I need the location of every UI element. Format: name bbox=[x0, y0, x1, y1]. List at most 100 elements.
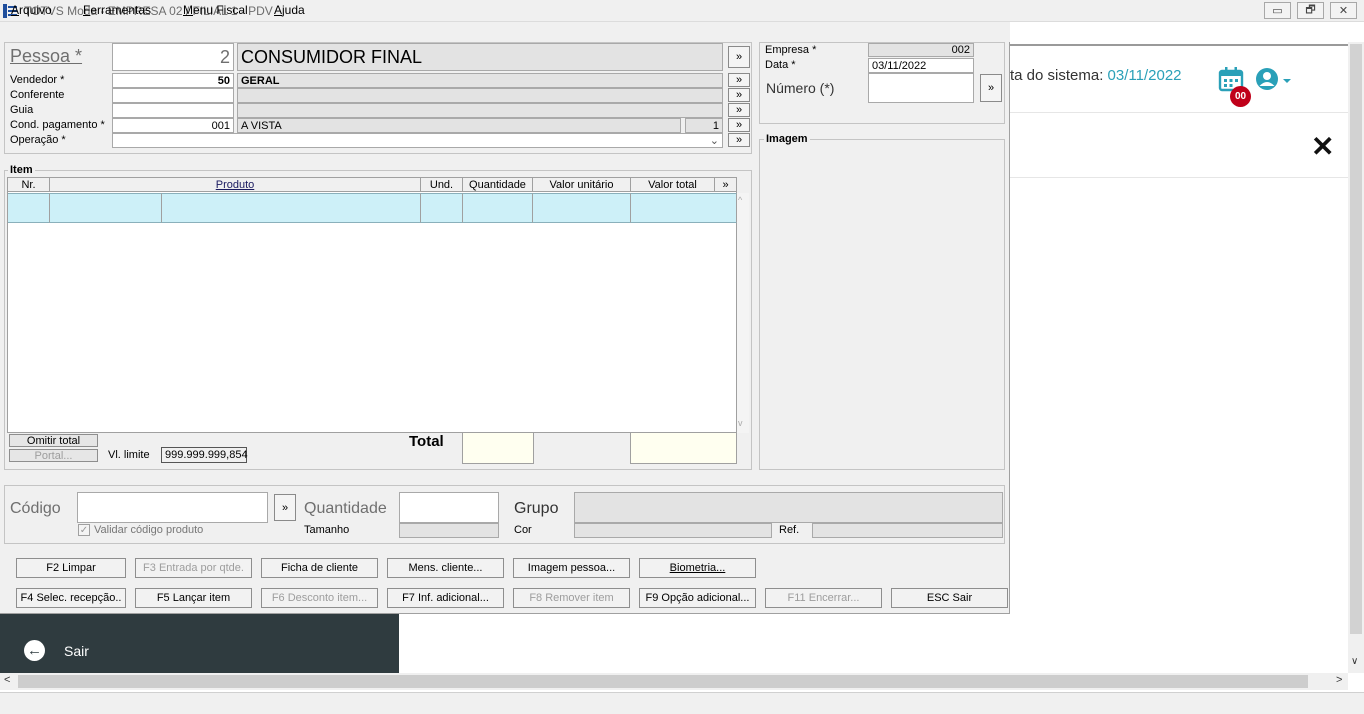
pessoa-code-field[interactable]: 2 bbox=[112, 43, 234, 71]
grupo-label: Grupo bbox=[514, 500, 559, 517]
col-und[interactable]: Und. bbox=[421, 178, 463, 192]
imagem-pessoa-button[interactable]: Imagem pessoa... bbox=[513, 558, 630, 578]
user-menu-icon[interactable] bbox=[1254, 66, 1294, 92]
scroll-down-icon[interactable]: ∨ bbox=[1351, 656, 1358, 667]
minimize-button[interactable]: ▭ bbox=[1264, 2, 1291, 19]
quantidade-input[interactable] bbox=[399, 492, 499, 523]
vendedor-lookup-button[interactable]: » bbox=[728, 73, 750, 87]
grid-scroll-up-icon[interactable]: ^ bbox=[738, 195, 742, 205]
grid-cell-valor-total[interactable] bbox=[631, 193, 737, 223]
vl-limite-value: 999.999.999,854 bbox=[161, 447, 248, 463]
f9-opcao-adicional-button[interactable]: F9 Opção adicional... bbox=[639, 588, 756, 608]
col-nr[interactable]: Nr. bbox=[8, 178, 50, 192]
imagem-title: Imagem bbox=[764, 133, 810, 145]
system-date: ta do sistema: 03/11/2022 bbox=[1010, 67, 1182, 84]
close-window-button[interactable]: ✕ bbox=[1330, 2, 1357, 19]
vendedor-label: Vendedor * bbox=[10, 74, 65, 86]
cond-pagamento-parcelas: 1 bbox=[685, 118, 723, 133]
codigo-input[interactable] bbox=[77, 492, 268, 523]
guia-lookup-button[interactable]: » bbox=[728, 103, 750, 117]
menu-ajuda[interactable]: Ajuda bbox=[274, 3, 305, 17]
f7-inf-adicional-button[interactable]: F7 Inf. adicional... bbox=[387, 588, 504, 608]
omitir-total-button[interactable]: Omitir total bbox=[9, 434, 98, 447]
grid-cell-nr[interactable] bbox=[8, 193, 50, 223]
col-valor-total[interactable]: Valor total bbox=[631, 178, 715, 192]
back-arrow-icon[interactable]: ← bbox=[24, 640, 45, 661]
scroll-right-icon[interactable]: > bbox=[1336, 674, 1342, 686]
total-valor-field bbox=[630, 432, 737, 464]
cor-field bbox=[574, 523, 772, 538]
grid-cell-produto[interactable] bbox=[162, 193, 421, 223]
menu-bar bbox=[0, 22, 1010, 42]
ficha-cliente-button[interactable]: Ficha de cliente bbox=[261, 558, 378, 578]
ref-label: Ref. bbox=[779, 524, 800, 536]
esc-sair-button[interactable]: ESC Sair bbox=[891, 588, 1008, 608]
mens-cliente-button[interactable]: Mens. cliente... bbox=[387, 558, 504, 578]
cond-pagamento-code-field[interactable]: 001 bbox=[112, 118, 234, 133]
grid-columns-more-button[interactable]: » bbox=[715, 178, 737, 192]
grid-cell-valor-unitario[interactable] bbox=[533, 193, 631, 223]
operacao-select[interactable]: ⌄ bbox=[112, 133, 723, 148]
pessoa-label: Pessoa * bbox=[10, 46, 83, 66]
numero-field[interactable] bbox=[868, 73, 974, 103]
data-field[interactable]: 03/11/2022 bbox=[868, 58, 974, 73]
codigo-label: Código bbox=[10, 500, 61, 517]
sidebar-exit-label[interactable]: Sair bbox=[64, 643, 89, 659]
grid-scrollbar[interactable] bbox=[737, 193, 749, 433]
col-produto[interactable]: Produto bbox=[50, 178, 421, 192]
col-quantidade[interactable]: Quantidade bbox=[463, 178, 533, 192]
cond-pagamento-label: Cond. pagamento * bbox=[10, 119, 105, 131]
vendedor-name-field: GERAL bbox=[237, 73, 723, 88]
grid-cell-und[interactable] bbox=[421, 193, 463, 223]
conferente-name-field bbox=[237, 88, 723, 103]
cor-label: Cor bbox=[514, 524, 532, 536]
operacao-lookup-button[interactable]: » bbox=[728, 133, 750, 147]
portal-button: Portal... bbox=[9, 449, 98, 462]
restore-button[interactable]: 🗗 bbox=[1297, 2, 1324, 19]
col-valor-unitario[interactable]: Valor unitário bbox=[533, 178, 631, 192]
operacao-label: Operação * bbox=[10, 134, 66, 146]
guia-name-field bbox=[237, 103, 723, 118]
numero-label: Número (*) bbox=[766, 80, 835, 96]
f6-desconto-item-button: F6 Desconto item... bbox=[261, 588, 378, 608]
ref-field bbox=[812, 523, 1003, 538]
validar-codigo-checkbox[interactable]: ✓ bbox=[78, 524, 90, 536]
conferente-label: Conferente bbox=[10, 89, 65, 101]
pessoa-name-field: CONSUMIDOR FINAL bbox=[237, 43, 723, 71]
status-bar bbox=[0, 692, 1364, 714]
menu-ferramentas[interactable]: Ferramentas bbox=[83, 3, 151, 17]
close-panel-icon[interactable]: ✕ bbox=[1311, 130, 1334, 163]
separator bbox=[1010, 177, 1348, 178]
f4-selec-recepcao-button[interactable]: F4 Selec. recepção.. bbox=[16, 588, 126, 608]
numero-lookup-button[interactable]: » bbox=[980, 74, 1002, 102]
cond-pagamento-lookup-button[interactable]: » bbox=[728, 118, 750, 132]
conferente-code-field[interactable] bbox=[112, 88, 234, 103]
codigo-lookup-button[interactable]: » bbox=[274, 494, 296, 521]
menu-arquivo[interactable]: Arquivo bbox=[11, 3, 52, 17]
f5-lancar-item-button[interactable]: F5 Lançar item bbox=[135, 588, 252, 608]
conferente-lookup-button[interactable]: » bbox=[728, 88, 750, 102]
guia-code-field[interactable] bbox=[112, 103, 234, 118]
vendedor-code-field[interactable]: 50 bbox=[112, 73, 234, 88]
sidebar-footer bbox=[0, 614, 399, 673]
menu-fiscal[interactable]: Menu Fiscal bbox=[183, 3, 248, 17]
cond-pagamento-name-field: A VISTA bbox=[237, 118, 681, 133]
vertical-scroll-thumb[interactable] bbox=[1350, 44, 1362, 634]
grupo-field bbox=[574, 492, 1003, 523]
grid-cell-codigo[interactable] bbox=[50, 193, 162, 223]
item-title: Item bbox=[8, 164, 35, 176]
scroll-left-icon[interactable]: < bbox=[4, 674, 10, 686]
grid-scroll-down-icon[interactable]: v bbox=[738, 418, 743, 428]
f3-entrada-qtde-button: F3 Entrada por qtde. bbox=[135, 558, 252, 578]
pessoa-lookup-button[interactable]: » bbox=[728, 46, 750, 68]
tamanho-field bbox=[399, 523, 499, 538]
f2-limpar-button[interactable]: F2 Limpar bbox=[16, 558, 126, 578]
validar-codigo-label: Validar código produto bbox=[94, 524, 204, 536]
total-quantidade-field bbox=[462, 432, 534, 464]
imagem-group bbox=[759, 139, 1005, 470]
empresa-field: 002 bbox=[868, 43, 974, 57]
grid-cell-quantidade[interactable] bbox=[463, 193, 533, 223]
tamanho-label: Tamanho bbox=[304, 524, 350, 536]
horizontal-scroll-thumb[interactable] bbox=[18, 675, 1308, 688]
biometria-button[interactable]: Biometria... bbox=[639, 558, 756, 578]
